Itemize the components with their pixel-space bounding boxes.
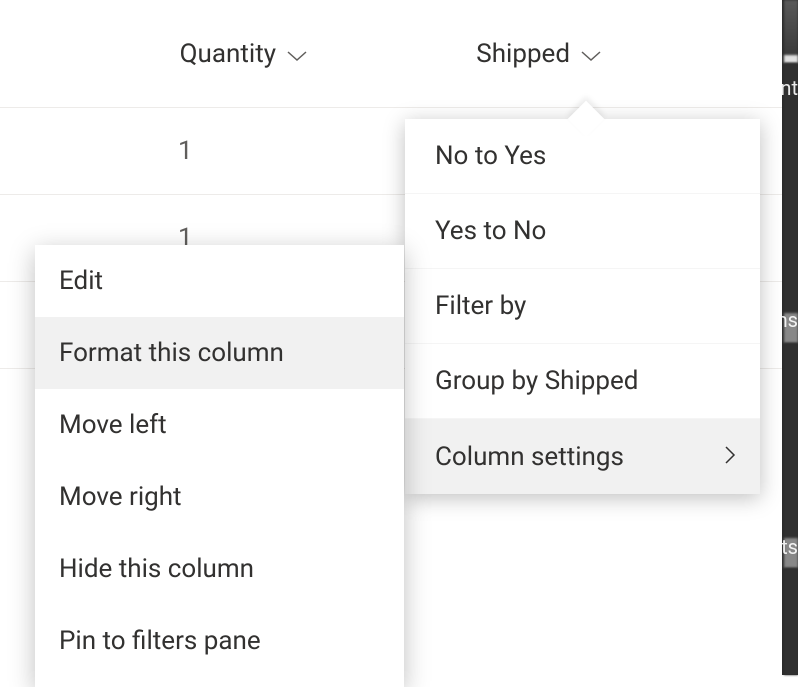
column-header-label: Shipped: [476, 39, 570, 69]
submenu-item-hide-column[interactable]: Hide this column: [35, 533, 404, 605]
cropped-text: nt: [780, 76, 798, 100]
cell-quantity: 1: [0, 108, 330, 194]
menu-item-sort-asc[interactable]: No to Yes: [405, 119, 760, 194]
submenu-item-move-left[interactable]: Move left: [35, 389, 404, 461]
submenu-item-edit[interactable]: Edit: [35, 245, 404, 317]
menu-item-label: Move right: [59, 482, 182, 512]
menu-item-label: Move left: [59, 410, 167, 440]
column-header-shipped[interactable]: Shipped: [330, 0, 660, 107]
chevron-down-icon: [286, 49, 308, 63]
column-header-row: Quantity Shipped: [0, 0, 782, 108]
menu-item-label: No to Yes: [435, 141, 546, 171]
menu-item-label: Hide this column: [59, 554, 254, 584]
menu-item-label: Format this column: [59, 338, 284, 368]
submenu-item-format-column[interactable]: Format this column: [35, 317, 404, 389]
menu-item-label: Filter by: [435, 291, 526, 321]
menu-item-label: Column settings: [435, 442, 624, 472]
column-header-label: Quantity: [180, 39, 276, 69]
menu-item-column-settings[interactable]: Column settings: [405, 419, 760, 494]
chevron-down-icon: [580, 49, 602, 63]
cropped-text: ts: [781, 535, 798, 559]
menu-item-sort-desc[interactable]: Yes to No: [405, 194, 760, 269]
menu-item-label: Pin to filters pane: [59, 626, 261, 656]
menu-item-filter-by[interactable]: Filter by: [405, 269, 760, 344]
column-header-quantity[interactable]: Quantity: [0, 0, 330, 107]
menu-item-label: Group by Shipped: [435, 366, 638, 396]
column-context-menu: No to Yes Yes to No Filter by Group by S…: [405, 119, 760, 494]
cropped-background-strip: nt ns ts: [782, 0, 798, 675]
submenu-item-pin-to-filters[interactable]: Pin to filters pane: [35, 605, 404, 677]
chevron-right-icon: [724, 442, 736, 472]
column-settings-submenu: Edit Format this column Move left Move r…: [35, 245, 404, 687]
menu-item-label: Yes to No: [435, 216, 546, 246]
submenu-item-move-right[interactable]: Move right: [35, 461, 404, 533]
menu-item-group-by[interactable]: Group by Shipped: [405, 344, 760, 419]
menu-item-label: Edit: [59, 266, 103, 296]
